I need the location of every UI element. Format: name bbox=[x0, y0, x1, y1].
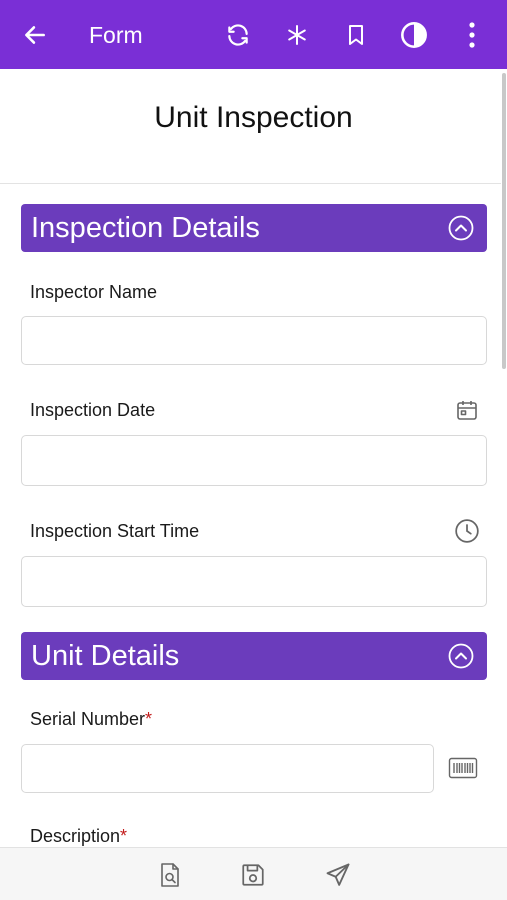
section-header-inspection-details[interactable]: Inspection Details bbox=[21, 204, 487, 252]
inspector-name-input[interactable] bbox=[21, 316, 487, 365]
barcode-icon[interactable] bbox=[448, 754, 478, 782]
inspection-start-time-input[interactable] bbox=[21, 556, 487, 607]
required-marker: * bbox=[145, 709, 153, 729]
contrast-icon[interactable] bbox=[396, 17, 432, 53]
asterisk-icon[interactable] bbox=[279, 17, 315, 53]
section-title: Unit Details bbox=[31, 640, 180, 672]
serial-number-input[interactable] bbox=[21, 744, 434, 793]
back-arrow-icon[interactable] bbox=[17, 17, 53, 53]
form-title: Unit Inspection bbox=[154, 101, 353, 134]
more-vert-icon[interactable] bbox=[454, 17, 490, 53]
send-icon[interactable] bbox=[323, 860, 353, 890]
scrollbar[interactable] bbox=[502, 73, 506, 369]
field-label-description: Description* bbox=[30, 826, 128, 846]
section-header-unit-details[interactable]: Unit Details bbox=[21, 632, 487, 680]
app-bar-title: Form bbox=[89, 22, 143, 48]
field-label-inspection-date: Inspection Date bbox=[30, 400, 156, 420]
chevron-up-icon[interactable] bbox=[448, 215, 474, 241]
bookmark-icon[interactable] bbox=[338, 17, 374, 53]
field-label-inspection-start-time: Inspection Start Time bbox=[30, 521, 200, 541]
refresh-icon[interactable] bbox=[220, 17, 256, 53]
bottom-toolbar bbox=[0, 847, 507, 900]
app-bar: Form bbox=[0, 0, 507, 69]
divider bbox=[0, 183, 501, 184]
field-label-inspector-name: Inspector Name bbox=[30, 282, 158, 302]
inspection-date-input[interactable] bbox=[21, 435, 487, 486]
save-icon[interactable] bbox=[238, 860, 268, 890]
calendar-icon[interactable] bbox=[453, 396, 481, 424]
required-marker: * bbox=[120, 826, 128, 846]
field-label-serial-number: Serial Number* bbox=[30, 709, 153, 729]
section-title: Inspection Details bbox=[31, 212, 260, 244]
chevron-up-icon[interactable] bbox=[448, 643, 474, 669]
clock-icon[interactable] bbox=[453, 517, 481, 545]
preview-document-icon[interactable] bbox=[155, 860, 185, 890]
form-content[interactable]: Unit Inspection Inspection Details Inspe… bbox=[0, 69, 507, 847]
